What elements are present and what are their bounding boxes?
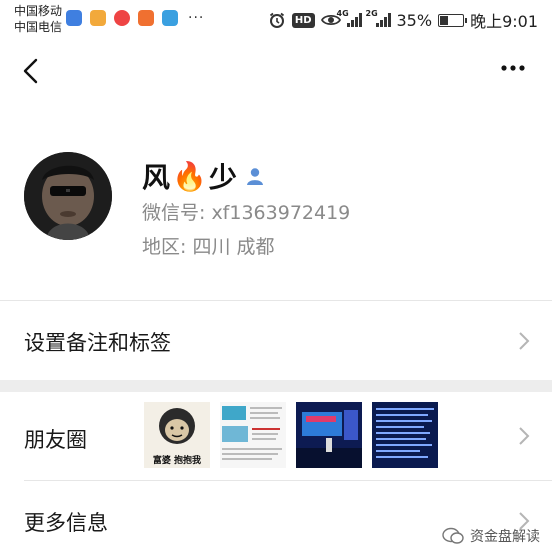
battery-icon [438, 13, 468, 27]
moments-row[interactable]: 朋友圈 富婆 抱抱我 [0, 392, 552, 480]
more-info-row[interactable]: 更多信息 [0, 481, 552, 560]
more-notifications-icon: ··· [188, 10, 205, 26]
remark-tags-row[interactable]: 设置备注和标签 [0, 301, 552, 381]
wechat-id: 微信号: xf1363972419 [142, 202, 351, 224]
status-indicators: HD 4G 2G 35% 晚上9:01 [268, 8, 538, 32]
moment-thumb-screen [372, 402, 438, 468]
clock: 晚上9:01 [470, 12, 538, 31]
meme-caption: 富婆 抱抱我 [152, 456, 202, 466]
carrier-1: 中国移动 [14, 4, 63, 18]
remark-tags-label: 设置备注和标签 [24, 331, 171, 355]
chevron-left-icon[interactable] [20, 58, 42, 84]
moment-thumb-stage [296, 402, 362, 468]
avatar-image [24, 152, 112, 240]
net-label-1: 4G [336, 9, 349, 18]
section-separator [0, 380, 552, 392]
fire-emoji-icon: 🔥 [172, 159, 207, 193]
chevron-right-icon [519, 427, 530, 445]
profile-header: 风 🔥 少 微信号: xf1363972419 地区: 四川 成都 [0, 100, 552, 300]
battery-fill [440, 15, 449, 25]
watermark-text: 资金盘解读 [470, 529, 540, 545]
video-app-icon [138, 10, 154, 26]
hd-badge: HD [291, 12, 315, 28]
telegram-app-icon [162, 10, 178, 26]
status-bar: 中国移动 中国电信 ··· HD 4G 2G 35% 晚上9:01 [0, 0, 552, 40]
region: 地区: 四川 成都 [142, 236, 275, 258]
nav-bar [0, 40, 552, 100]
chevron-right-icon [519, 332, 530, 350]
battery-percent: 35% [396, 10, 433, 30]
user-icon [246, 168, 263, 185]
shield-app-icon [66, 10, 82, 26]
browser-app-icon [114, 10, 130, 26]
moments-thumbnails: 富婆 抱抱我 [144, 402, 438, 468]
watermark: 资金盘解读 [442, 526, 540, 546]
signal-4g-icon: 4G [337, 9, 362, 27]
moment-thumb-meme: 富婆 抱抱我 [144, 402, 210, 468]
more-dots-icon[interactable] [500, 64, 526, 72]
nickname-part-2: 少 [208, 161, 237, 194]
notification-icons: ··· [66, 10, 204, 26]
wechat-logo-icon [442, 527, 464, 544]
avatar[interactable] [24, 152, 112, 240]
more-info-label: 更多信息 [24, 511, 108, 535]
nickname-row: 风 🔥 少 [142, 156, 265, 196]
carrier-info: 中国移动 中国电信 [14, 3, 62, 35]
signal-2g-icon: 2G [366, 9, 391, 27]
moment-thumb-document [220, 402, 286, 468]
net-label-2: 2G [365, 9, 378, 18]
alarm-icon [269, 12, 284, 28]
download-app-icon [90, 10, 106, 26]
carrier-2: 中国电信 [14, 20, 63, 34]
moments-label: 朋友圈 [24, 428, 87, 452]
nickname-part-1: 风 [142, 161, 171, 194]
